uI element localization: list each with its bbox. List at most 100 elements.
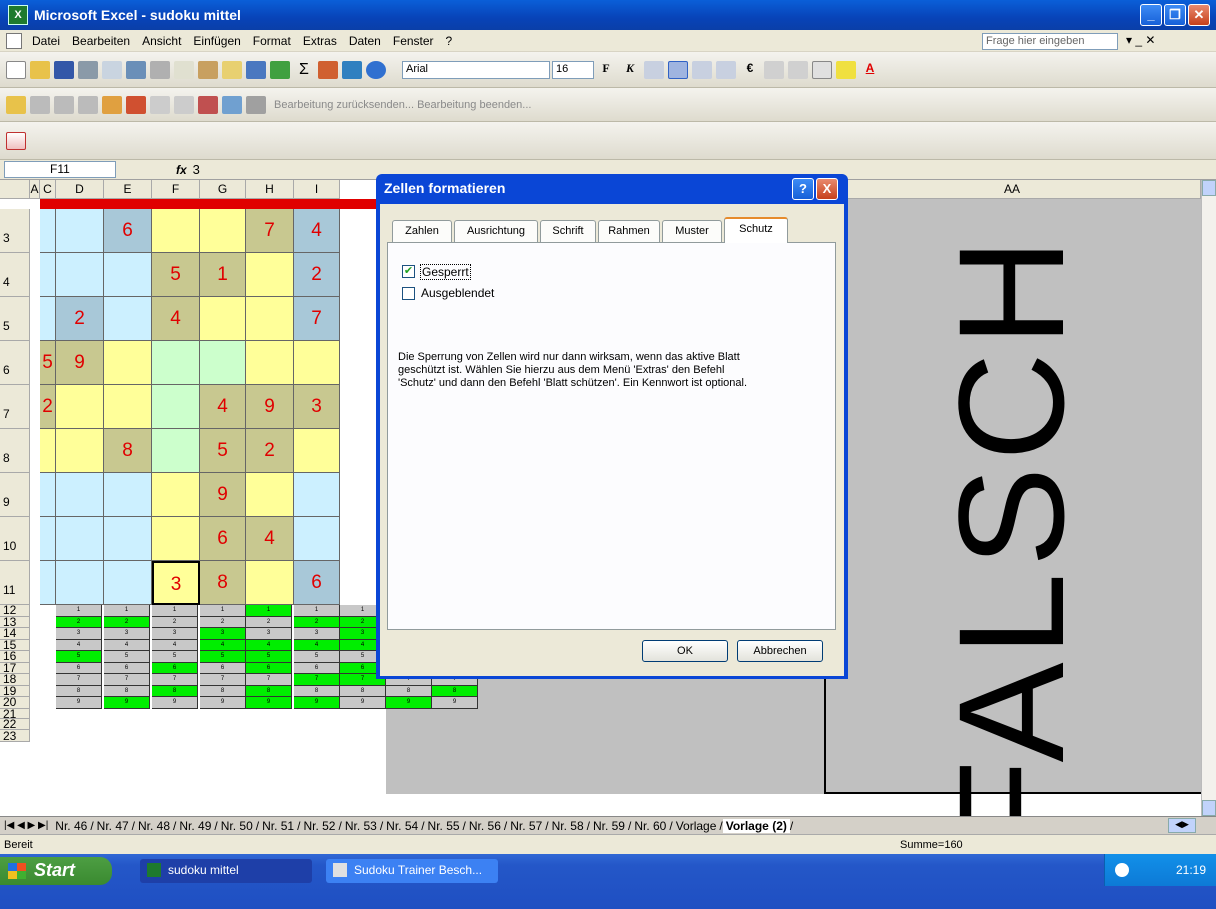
sudoku-cell[interactable] bbox=[294, 473, 340, 517]
help-icon[interactable] bbox=[366, 60, 386, 79]
candidate-cell[interactable]: 6 bbox=[104, 662, 150, 674]
merge-center-icon[interactable] bbox=[716, 60, 736, 79]
candidate-cell[interactable]: 5 bbox=[152, 651, 198, 663]
menu-format[interactable]: Format bbox=[247, 34, 297, 48]
candidate-cell[interactable]: 1 bbox=[56, 605, 102, 617]
close-button[interactable]: ✕ bbox=[1188, 4, 1210, 26]
hidden-checkbox[interactable] bbox=[402, 287, 415, 300]
sudoku-cell[interactable]: 1 bbox=[200, 253, 246, 297]
sudoku-cell[interactable]: 3 bbox=[152, 561, 200, 605]
candidate-cell[interactable]: 4 bbox=[200, 639, 246, 651]
cancel-button[interactable]: Abbrechen bbox=[737, 640, 823, 662]
align-left-icon[interactable] bbox=[644, 60, 664, 79]
sudoku-cell[interactable] bbox=[104, 297, 152, 341]
network-icon[interactable] bbox=[1115, 863, 1129, 877]
ok-button[interactable]: OK bbox=[642, 640, 728, 662]
dialog-close-button[interactable]: X bbox=[816, 178, 838, 200]
sudoku-cell[interactable] bbox=[200, 341, 246, 385]
open-icon[interactable] bbox=[30, 60, 50, 79]
menu-daten[interactable]: Daten bbox=[343, 34, 387, 48]
sudoku-cell[interactable]: 4 bbox=[294, 209, 340, 253]
tab-scroll-first-icon[interactable]: |◀ ◀ ▶ ▶| bbox=[0, 820, 52, 831]
sudoku-cell[interactable] bbox=[40, 561, 56, 605]
sudoku-cell[interactable]: 2 bbox=[294, 253, 340, 297]
sudoku-cell[interactable] bbox=[56, 209, 104, 253]
sudoku-cell[interactable] bbox=[200, 209, 246, 253]
candidate-cell[interactable]: 9 bbox=[340, 697, 386, 709]
candidate-cell[interactable]: 4 bbox=[56, 639, 102, 651]
candidate-cell[interactable]: 7 bbox=[56, 674, 102, 686]
column-header-c[interactable]: C bbox=[40, 180, 56, 199]
candidate-cell[interactable]: 9 bbox=[386, 697, 432, 709]
track-changes-icon[interactable] bbox=[198, 95, 218, 114]
review-icon[interactable] bbox=[150, 95, 170, 114]
mail-icon[interactable] bbox=[222, 95, 242, 114]
sudoku-cell[interactable]: 6 bbox=[104, 209, 152, 253]
column-header-aa[interactable]: AA bbox=[824, 180, 1201, 199]
row-header-7[interactable]: 7 bbox=[0, 385, 30, 429]
sudoku-cell[interactable]: 3 bbox=[294, 385, 340, 429]
sheet-tab[interactable]: Nr. 49 bbox=[176, 819, 214, 833]
restore-button[interactable]: ❐ bbox=[1164, 4, 1186, 26]
candidate-cell[interactable]: 8 bbox=[104, 685, 150, 697]
review2-icon[interactable] bbox=[174, 95, 194, 114]
task-sudoku-mittel[interactable]: sudoku mittel bbox=[140, 859, 312, 883]
menu-einfuegen[interactable]: Einfügen bbox=[187, 34, 246, 48]
menu-extras[interactable]: Extras bbox=[297, 34, 343, 48]
font-color-icon[interactable]: A bbox=[860, 61, 880, 79]
tab-scroll-icon[interactable]: ◀▶ bbox=[1168, 818, 1196, 833]
locked-checkbox[interactable]: ✔ bbox=[402, 265, 415, 278]
column-header-e[interactable]: E bbox=[104, 180, 152, 199]
sudoku-cell[interactable] bbox=[56, 473, 104, 517]
row-header-22[interactable]: 22 bbox=[0, 718, 30, 730]
candidate-cell[interactable]: 2 bbox=[200, 616, 246, 628]
row-header-23[interactable]: 23 bbox=[0, 729, 30, 742]
show-comments-icon[interactable] bbox=[102, 95, 122, 114]
row-header-10[interactable]: 10 bbox=[0, 517, 30, 561]
candidate-cell[interactable]: 9 bbox=[294, 697, 340, 709]
sudoku-cell[interactable] bbox=[246, 297, 294, 341]
candidate-cell[interactable]: 6 bbox=[294, 662, 340, 674]
sudoku-cell[interactable]: 2 bbox=[56, 297, 104, 341]
candidate-cell[interactable]: 7 bbox=[246, 674, 292, 686]
sudoku-cell[interactable] bbox=[294, 429, 340, 473]
share-icon[interactable] bbox=[342, 60, 362, 79]
sudoku-cell[interactable] bbox=[40, 253, 56, 297]
column-header-d[interactable]: D bbox=[56, 180, 104, 199]
sheet-tab[interactable]: Nr. 48 bbox=[135, 819, 173, 833]
borders-icon[interactable] bbox=[812, 60, 832, 79]
increase-decimal-icon[interactable] bbox=[764, 60, 784, 79]
sheet-tab[interactable]: Nr. 59 bbox=[590, 819, 628, 833]
candidate-cell[interactable]: 3 bbox=[104, 628, 150, 640]
candidate-cell[interactable]: 9 bbox=[200, 697, 246, 709]
candidate-cell[interactable]: 2 bbox=[246, 616, 292, 628]
candidate-cell[interactable]: 7 bbox=[152, 674, 198, 686]
tab-muster[interactable]: Muster bbox=[662, 220, 722, 242]
spelling-icon[interactable] bbox=[126, 60, 146, 79]
candidate-cell[interactable]: 7 bbox=[200, 674, 246, 686]
sheet-tab[interactable]: Vorlage (2) bbox=[722, 818, 790, 833]
copy-icon[interactable] bbox=[174, 60, 194, 79]
comment-icon[interactable] bbox=[30, 95, 50, 114]
sheet-tab[interactable]: Nr. 58 bbox=[549, 819, 587, 833]
row-header-5[interactable]: 5 bbox=[0, 297, 30, 341]
sheet-tab[interactable]: Vorlage bbox=[673, 819, 720, 833]
row-header-8[interactable]: 8 bbox=[0, 429, 30, 473]
menu-ansicht[interactable]: Ansicht bbox=[136, 34, 187, 48]
autosum-icon[interactable]: Σ bbox=[294, 61, 314, 79]
minimize-button[interactable]: _ bbox=[1140, 4, 1162, 26]
row-header-6[interactable]: 6 bbox=[0, 341, 30, 385]
sheet-tab[interactable]: Nr. 46 bbox=[52, 819, 90, 833]
column-header-i[interactable]: I bbox=[294, 180, 340, 199]
sudoku-cell[interactable] bbox=[104, 253, 152, 297]
sudoku-cell[interactable] bbox=[152, 209, 200, 253]
locked-label[interactable]: Gesperrt bbox=[420, 264, 471, 280]
sudoku-cell[interactable]: 7 bbox=[246, 209, 294, 253]
preview-icon[interactable] bbox=[102, 60, 122, 79]
sudoku-cell[interactable]: 4 bbox=[200, 385, 246, 429]
decrease-decimal-icon[interactable] bbox=[788, 60, 808, 79]
candidate-cell[interactable]: 3 bbox=[152, 628, 198, 640]
sudoku-cell[interactable]: 9 bbox=[200, 473, 246, 517]
menu-fenster[interactable]: Fenster bbox=[387, 34, 440, 48]
undo-icon[interactable] bbox=[246, 60, 266, 79]
